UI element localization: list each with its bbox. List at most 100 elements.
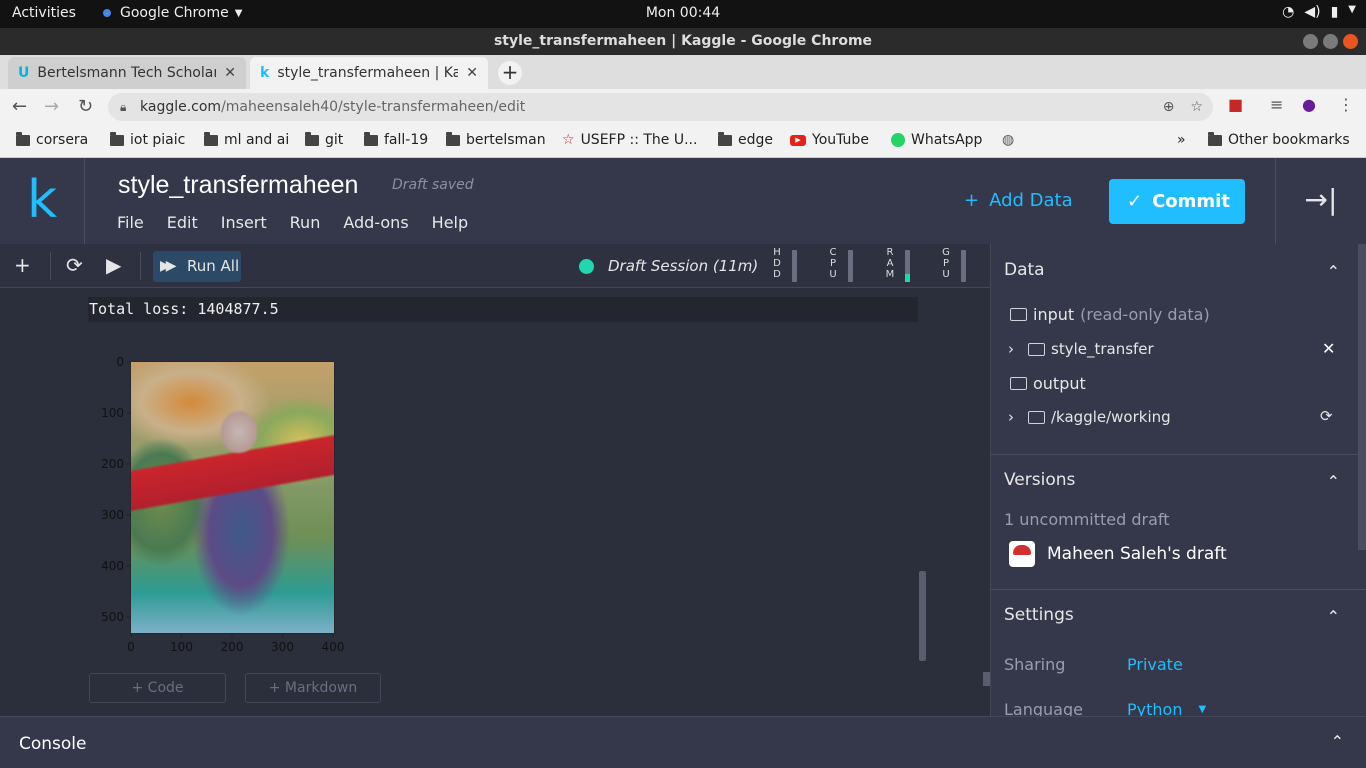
menu-insert[interactable]: Insert bbox=[221, 213, 267, 232]
folder-icon bbox=[305, 131, 319, 146]
tab-bertelsmann[interactable]: U Bertelsmann Tech Scholar ✕ bbox=[8, 57, 246, 89]
app-menu[interactable]: Google Chrome ▼ bbox=[100, 5, 242, 21]
udacity-icon: U bbox=[18, 65, 30, 81]
close-icon[interactable]: ✕ bbox=[224, 65, 236, 81]
bookmark-corsera[interactable]: corsera bbox=[16, 131, 88, 148]
y-tick-label: 100 bbox=[101, 406, 124, 420]
add-markdown-cell-button[interactable]: + Markdown bbox=[245, 673, 381, 703]
run-all-button[interactable]: ▶▶ Run All bbox=[153, 251, 241, 282]
working-dir-label: /kaggle/working bbox=[1051, 408, 1171, 426]
menu-edit[interactable]: Edit bbox=[167, 213, 198, 232]
star-icon: ☆ bbox=[562, 132, 575, 148]
sharing-value[interactable]: Private bbox=[1127, 655, 1183, 674]
bookmarks-overflow[interactable]: » bbox=[1177, 132, 1186, 148]
system-tray[interactable]: ◔ ◀) ▮ ▼ bbox=[1282, 4, 1356, 20]
chevron-down-icon: ▼ bbox=[234, 7, 243, 19]
menu-file[interactable]: File bbox=[117, 213, 144, 232]
back-button[interactable]: ← bbox=[12, 96, 27, 117]
data-section-title[interactable]: Data bbox=[1004, 260, 1045, 280]
menu-add-ons[interactable]: Add-ons bbox=[343, 213, 408, 232]
new-tab-button[interactable]: + bbox=[498, 61, 522, 85]
collapse-sidebar-button[interactable]: →| bbox=[1275, 158, 1366, 244]
forward-button[interactable]: → bbox=[44, 96, 59, 117]
folder-icon bbox=[446, 131, 460, 146]
tab-strip: U Bertelsmann Tech Scholar ✕ k style_tra… bbox=[0, 55, 1366, 89]
bookmark-label: fall-19 bbox=[384, 132, 429, 148]
address-bar[interactable]: 🔒︎ kaggle.com/maheensaleh40/style-transf… bbox=[108, 93, 1213, 121]
kaggle-header: k style_transfermaheen Draft saved File … bbox=[0, 158, 1366, 244]
battery-icon: ▮ bbox=[1330, 4, 1339, 20]
bookmark-ml-and-ai[interactable]: ml and ai bbox=[204, 131, 289, 148]
chevron-up-icon[interactable]: ⌃ bbox=[1331, 732, 1344, 751]
bookmark-youtube[interactable]: ▶ YouTube bbox=[790, 132, 869, 148]
whatsapp-icon bbox=[891, 133, 905, 147]
bookmark-iot-piaic[interactable]: iot piaic bbox=[110, 131, 185, 148]
reload-button[interactable]: ↻ bbox=[78, 96, 93, 117]
zoom-icon[interactable]: ⊕ bbox=[1163, 93, 1175, 121]
minimize-button[interactable] bbox=[1303, 34, 1318, 49]
output-working-dir[interactable]: › /kaggle/working bbox=[1008, 408, 1171, 426]
close-icon[interactable]: ✕ bbox=[466, 65, 478, 81]
remove-dataset-icon[interactable]: ✕ bbox=[1322, 339, 1335, 358]
lock-icon: 🔒︎ bbox=[120, 100, 127, 114]
profile-avatar[interactable]: ● bbox=[1302, 95, 1316, 114]
bookmark-usefp[interactable]: ☆ USEFP :: The U... bbox=[562, 132, 697, 148]
settings-section-title[interactable]: Settings bbox=[1004, 605, 1074, 625]
folder-icon bbox=[16, 131, 30, 146]
bookmark-other[interactable]: Other bookmarks bbox=[1208, 131, 1350, 148]
bookmark-git[interactable]: git bbox=[305, 131, 343, 148]
run-cell-button[interactable]: ▶ bbox=[106, 253, 121, 277]
draft-version-item[interactable]: Maheen Saleh's draft bbox=[1009, 541, 1227, 567]
tab-kaggle[interactable]: k style_transfermaheen | Ka ✕ bbox=[250, 57, 488, 89]
dataset-label: style_transfer bbox=[1051, 340, 1154, 358]
tab-title: style_transfermaheen | Ka bbox=[277, 65, 459, 81]
activities-button[interactable]: Activities bbox=[12, 5, 76, 21]
close-window-button[interactable] bbox=[1343, 34, 1358, 49]
bookmark-fall-19[interactable]: fall-19 bbox=[364, 131, 429, 148]
chevron-up-icon[interactable]: ⌃ bbox=[1327, 472, 1340, 491]
menu-help[interactable]: Help bbox=[432, 213, 468, 232]
menu-run[interactable]: Run bbox=[290, 213, 321, 232]
versions-section-title[interactable]: Versions bbox=[1004, 470, 1075, 490]
y-tick-label: 400 bbox=[101, 559, 124, 573]
dataset-style-transfer[interactable]: › style_transfer bbox=[1008, 340, 1154, 358]
restart-button[interactable]: ⟳ bbox=[66, 253, 83, 277]
output-folder[interactable]: output bbox=[1010, 374, 1086, 393]
session-status[interactable]: Draft Session (11m) bbox=[579, 257, 758, 275]
url-domain: kaggle.com bbox=[140, 99, 222, 115]
media-icon[interactable]: ≡ bbox=[1270, 95, 1283, 114]
draft-name: Maheen Saleh's draft bbox=[1047, 544, 1227, 564]
maximize-button[interactable] bbox=[1323, 34, 1338, 49]
chevron-up-icon[interactable]: ⌃ bbox=[1327, 607, 1340, 626]
meter-letters: GPU bbox=[942, 247, 950, 280]
refresh-icon[interactable]: ⟳ bbox=[1320, 407, 1333, 425]
notebook-title[interactable]: style_transfermaheen bbox=[118, 171, 358, 200]
bookmark-globe[interactable]: ◍ bbox=[1002, 132, 1014, 148]
input-folder[interactable]: input (read-only data) bbox=[1010, 305, 1210, 324]
chevron-up-icon[interactable]: ⌃ bbox=[1327, 262, 1340, 281]
add-cell-button[interactable]: + bbox=[14, 253, 31, 277]
sidebar-scrollbar[interactable] bbox=[1358, 244, 1366, 550]
add-code-cell-button[interactable]: + Code bbox=[89, 673, 226, 703]
bookmark-bertelsman[interactable]: bertelsman bbox=[446, 131, 546, 148]
ram-meter-label: RAM bbox=[885, 247, 895, 280]
bookmark-edge[interactable]: edge bbox=[718, 131, 773, 148]
window-title-bar: style_transfermaheen | Kaggle - Google C… bbox=[0, 28, 1366, 55]
console-bar[interactable]: Console ⌃ bbox=[0, 716, 1366, 768]
add-data-button[interactable]: + Add Data bbox=[964, 190, 1073, 211]
toolbar-divider bbox=[50, 252, 51, 280]
more-menu-icon[interactable]: ⋮ bbox=[1338, 95, 1354, 114]
notebook-scrollbar[interactable] bbox=[919, 571, 926, 661]
folder-icon bbox=[718, 131, 732, 146]
bookmark-whatsapp[interactable]: WhatsApp bbox=[891, 132, 982, 148]
bookmark-star-icon[interactable]: ☆ bbox=[1190, 93, 1203, 121]
extension-icon[interactable]: ■ bbox=[1228, 95, 1243, 114]
bookmark-label: WhatsApp bbox=[911, 132, 983, 148]
resize-handle[interactable] bbox=[983, 672, 990, 686]
language-select[interactable]: Python ▼ bbox=[1127, 700, 1206, 716]
language-label: Language bbox=[1004, 700, 1083, 716]
meter-letters: HDD bbox=[773, 247, 781, 280]
folder-icon bbox=[1010, 377, 1027, 390]
kaggle-logo[interactable]: k bbox=[0, 158, 85, 244]
commit-button[interactable]: ✓ Commit bbox=[1109, 179, 1245, 224]
